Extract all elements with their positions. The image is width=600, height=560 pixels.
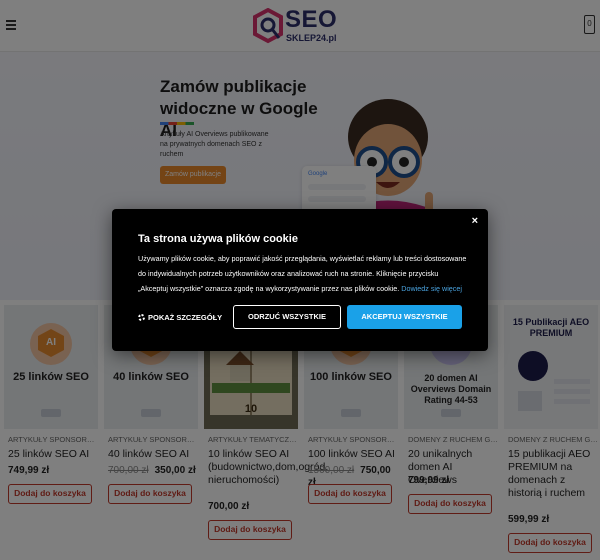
gear-icon	[138, 314, 145, 321]
close-icon[interactable]: ×	[472, 215, 478, 227]
learn-more-link[interactable]: Dowiedz się więcej	[401, 284, 462, 293]
reject-all-button[interactable]: ODRZUĆ WSZYSTKIE	[233, 305, 341, 329]
show-details-label: POKAŻ SZCZEGÓŁY	[148, 313, 223, 322]
cookie-consent-dialog: × Ta strona używa plików cookie Używamy …	[112, 209, 488, 351]
accept-all-button[interactable]: AKCEPTUJ WSZYSTKIE	[347, 305, 462, 329]
show-details-button[interactable]: POKAŻ SZCZEGÓŁY	[138, 307, 238, 329]
cookie-title: Ta strona używa plików cookie	[138, 233, 298, 245]
cookie-text: Używamy plików cookie, aby poprawić jako…	[138, 251, 468, 296]
